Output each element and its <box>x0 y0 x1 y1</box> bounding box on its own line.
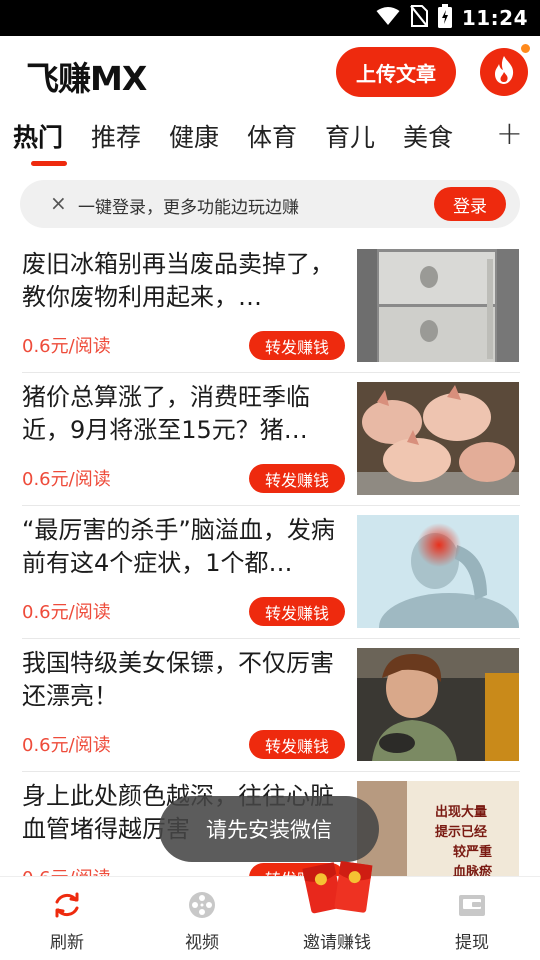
no-sim-icon <box>409 5 428 31</box>
app-header: 飞赚MX 上传文章 <box>0 36 540 108</box>
article-item[interactable]: 废旧冰箱别再当废品卖掉了，教你废物利用起来，… 0.6元/阅读 转发赚钱 <box>0 240 540 373</box>
tab-sports[interactable]: 体育 <box>247 118 297 154</box>
login-banner: × 一键登录，更多功能边玩边赚 登录 <box>20 180 520 228</box>
poster-line: 出现大量 <box>435 805 488 820</box>
refresh-icon <box>53 891 81 919</box>
battery-charging-icon <box>437 4 452 32</box>
film-reel-icon <box>188 891 216 919</box>
nav-label: 刷新 <box>50 933 84 953</box>
article-reward: 0.6元/阅读 <box>22 735 111 756</box>
upload-article-button[interactable]: 上传文章 <box>336 47 456 97</box>
article-item[interactable]: 猪价总算涨了，消费旺季临近，9月将涨至15元？猪… 0.6元/阅读 转发赚钱 <box>0 373 540 506</box>
article-reward: 0.6元/阅读 <box>22 602 111 623</box>
bottom-navigation: 刷新 视频 邀请赚钱 提现 <box>0 876 540 960</box>
article-title[interactable]: 我国特级美女保镖，不仅厉害还漂亮！ <box>22 647 348 713</box>
add-tab-button[interactable]: + <box>496 114 523 152</box>
nav-label: 提现 <box>455 933 489 953</box>
poster-line: 提示已经 <box>435 825 488 840</box>
close-banner-button[interactable]: × <box>50 191 67 215</box>
wallet-icon <box>458 891 486 919</box>
article-reward: 0.6元/阅读 <box>22 336 111 357</box>
login-prompt-text: 一键登录，更多功能边玩边赚 <box>78 198 299 218</box>
article-thumbnail[interactable] <box>357 249 519 362</box>
article-reward: 0.6元/阅读 <box>22 469 111 490</box>
tab-food[interactable]: 美食 <box>403 118 453 154</box>
article-title[interactable]: 废旧冰箱别再当废品卖掉了，教你废物利用起来，… <box>22 248 348 314</box>
share-earn-button[interactable]: 转发赚钱 <box>249 331 345 360</box>
tab-hot[interactable]: 热门 <box>13 118 63 154</box>
nav-withdraw[interactable]: 提现 <box>417 877 527 960</box>
article-title[interactable]: 猪价总算涨了，消费旺季临近，9月将涨至15元？猪… <box>22 381 348 447</box>
share-earn-button[interactable]: 转发赚钱 <box>249 597 345 626</box>
notification-dot <box>519 42 532 55</box>
share-earn-button[interactable]: 转发赚钱 <box>249 464 345 493</box>
status-time: 11:24 <box>461 6 528 30</box>
fire-button[interactable] <box>480 48 528 96</box>
nav-refresh[interactable]: 刷新 <box>12 877 122 960</box>
flame-icon <box>492 55 516 89</box>
article-thumbnail[interactable] <box>357 382 519 495</box>
tab-health[interactable]: 健康 <box>169 118 219 154</box>
nav-video[interactable]: 视频 <box>147 877 257 960</box>
active-tab-indicator <box>31 161 67 166</box>
wifi-icon <box>376 6 400 30</box>
status-bar: 11:24 <box>0 0 540 36</box>
category-tabs: 热门 推荐 健康 体育 育儿 美食 + <box>0 112 540 168</box>
article-item[interactable]: 我国特级美女保镖，不仅厉害还漂亮！ 0.6元/阅读 转发赚钱 <box>0 639 540 772</box>
toast-message: 请先安装微信 <box>159 796 379 862</box>
poster-line: 较严重 <box>453 845 493 860</box>
red-envelope-icon[interactable] <box>299 855 379 921</box>
article-item[interactable]: “最厉害的杀手”脑溢血，发病前有这4个症状，1个都… 0.6元/阅读 转发赚钱 <box>0 506 540 639</box>
share-earn-button[interactable]: 转发赚钱 <box>249 730 345 759</box>
login-button[interactable]: 登录 <box>434 187 506 221</box>
article-title[interactable]: “最厉害的杀手”脑溢血，发病前有这4个症状，1个都… <box>22 514 348 580</box>
article-thumbnail[interactable] <box>357 515 519 628</box>
nav-label: 视频 <box>185 933 219 953</box>
tab-parenting[interactable]: 育儿 <box>325 118 375 154</box>
nav-label: 邀请赚钱 <box>303 933 371 953</box>
app-logo: 飞赚MX <box>26 59 147 98</box>
tab-recommend[interactable]: 推荐 <box>91 118 141 154</box>
article-thumbnail[interactable] <box>357 648 519 761</box>
status-icons: 11:24 <box>376 4 528 32</box>
